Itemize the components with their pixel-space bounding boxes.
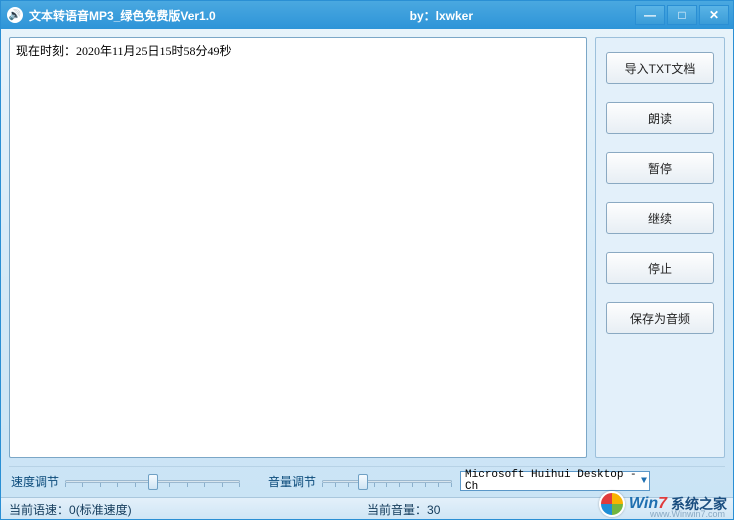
app-icon: 🔊	[7, 7, 23, 23]
speaker-icon: 🔊	[9, 10, 21, 21]
save-audio-button[interactable]: 保存为音频	[606, 302, 714, 334]
close-button[interactable]: ✕	[699, 5, 729, 25]
read-button[interactable]: 朗读	[606, 102, 714, 134]
sliders-row: 速度调节 音量调节 Microsoft Huihui Desktop - Ch …	[1, 467, 733, 497]
status-bar: 当前语速：0(标准速度) 当前音量：30 Win7 系统之家 www.Winwi…	[1, 497, 733, 519]
import-txt-button[interactable]: 导入TXT文档	[606, 52, 714, 84]
volume-slider-group: 音量调节	[268, 472, 452, 490]
stop-button[interactable]: 停止	[606, 252, 714, 284]
text-input-wrap	[9, 37, 587, 458]
speed-slider-group: 速度调节	[11, 472, 240, 490]
action-panel: 导入TXT文档 朗读 暂停 继续 停止 保存为音频	[595, 37, 725, 458]
left-column	[9, 37, 587, 458]
volume-slider[interactable]	[322, 472, 452, 490]
speed-label: 速度调节	[11, 473, 59, 490]
voice-select-value: Microsoft Huihui Desktop - Ch	[465, 469, 641, 493]
maximize-button[interactable]: □	[667, 5, 697, 25]
titlebar[interactable]: 🔊 文本转语音MP3_绿色免费版Ver1.0 by：lxwker — □ ✕	[1, 1, 733, 29]
text-input[interactable]	[16, 42, 580, 453]
volume-label: 音量调节	[268, 473, 316, 490]
status-volume: 当前音量：30	[367, 501, 725, 518]
content-area: 导入TXT文档 朗读 暂停 继续 停止 保存为音频	[1, 29, 733, 466]
speed-slider[interactable]	[65, 472, 240, 490]
chevron-down-icon: ▼	[641, 476, 647, 487]
voice-select[interactable]: Microsoft Huihui Desktop - Ch ▼	[460, 471, 650, 491]
window-title: 文本转语音MP3_绿色免费版Ver1.0	[29, 7, 216, 24]
window-controls: — □ ✕	[633, 5, 729, 25]
pause-button[interactable]: 暂停	[606, 152, 714, 184]
minimize-button[interactable]: —	[635, 5, 665, 25]
resume-button[interactable]: 继续	[606, 202, 714, 234]
status-speed: 当前语速：0(标准速度)	[9, 501, 367, 518]
app-window: 🔊 文本转语音MP3_绿色免费版Ver1.0 by：lxwker — □ ✕ 导…	[0, 0, 734, 520]
author-label: by：lxwker	[410, 7, 473, 24]
